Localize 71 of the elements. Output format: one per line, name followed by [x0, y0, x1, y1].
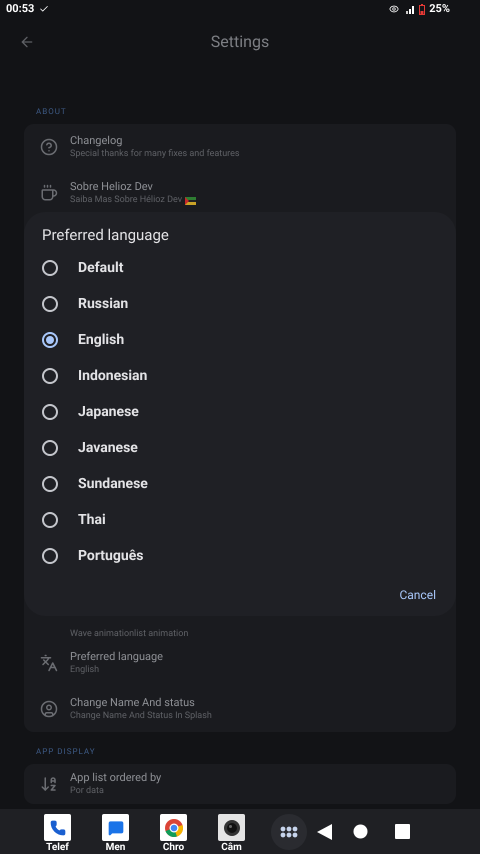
home-nav-icon[interactable] — [353, 824, 368, 839]
app-label: Men — [106, 842, 126, 853]
status-time: 00:53 — [6, 0, 34, 17]
app-label: Telef — [46, 842, 69, 853]
language-option[interactable]: Default — [24, 250, 456, 286]
setting-subtitle: English — [70, 664, 100, 677]
language-option[interactable]: Javanese — [24, 430, 456, 466]
help-icon — [40, 138, 58, 156]
option-label: Indonesian — [78, 366, 148, 386]
option-label: Javanese — [78, 438, 138, 458]
radio-button[interactable] — [42, 332, 58, 348]
download-done-icon — [39, 4, 50, 14]
radio-button[interactable] — [42, 260, 58, 276]
setting-title: App list ordered by — [70, 770, 162, 785]
language-option[interactable]: English — [24, 322, 456, 358]
setting-title: Preferred language — [70, 649, 164, 664]
setting-subtitle: Special thanks for many fixes and features — [70, 148, 240, 161]
battery-level: 25% — [429, 0, 450, 17]
setting-row[interactable]: Preferred language English — [24, 640, 456, 686]
option-label: Russian — [78, 294, 128, 314]
page-title: Settings — [210, 31, 270, 53]
radio-button[interactable] — [42, 404, 58, 420]
browser-app-icon[interactable] — [160, 814, 187, 841]
app-label: Chro — [162, 842, 184, 853]
dialog-title: Preferred language — [41, 226, 170, 244]
language-option[interactable]: Português — [24, 538, 456, 574]
setting-subtitle: Saiba Mas Sobre Hélioz Dev — [70, 194, 182, 207]
setting-subtitle: Wave animationlist animation — [70, 629, 190, 639]
radio-button[interactable] — [42, 440, 58, 456]
user-icon — [40, 700, 58, 718]
setting-row[interactable]: Change Name And status Change Name And Status In Splash — [24, 686, 456, 732]
option-label: Português — [78, 546, 144, 566]
language-option[interactable]: Russian — [24, 286, 456, 322]
setting-subtitle: Por data — [70, 785, 104, 798]
phone-app-icon[interactable] — [44, 814, 71, 841]
messages-app-icon[interactable] — [102, 814, 129, 841]
option-label: Thai — [78, 510, 106, 530]
sort-icon — [40, 775, 58, 793]
setting-row[interactable]: App list ordered by Por data — [24, 764, 456, 804]
cancel-button[interactable]: Cancel — [397, 586, 438, 604]
language-option[interactable]: Japanese — [24, 394, 456, 430]
setting-title: Change Name And status — [70, 695, 196, 710]
translate-icon — [40, 654, 58, 672]
dots-grid-icon — [280, 826, 298, 838]
setting-row[interactable]: Changelog Special thanks for many fixes and features — [24, 124, 456, 170]
radio-button[interactable] — [42, 512, 58, 528]
radio-button[interactable] — [42, 296, 58, 312]
battery-icon — [419, 4, 426, 14]
signal-icon — [403, 4, 416, 14]
setting-title: Sobre Helioz Dev — [70, 179, 154, 194]
language-option[interactable]: Sundanese — [24, 466, 456, 502]
radio-button[interactable] — [42, 368, 58, 384]
language-option[interactable]: Indonesian — [24, 358, 456, 394]
language-option[interactable]: Thai — [24, 502, 456, 538]
radio-button[interactable] — [42, 548, 58, 564]
camera-app-icon[interactable] — [218, 814, 245, 841]
cup-icon — [40, 184, 58, 202]
back-nav-icon[interactable] — [317, 824, 332, 840]
option-label: Japanese — [78, 402, 139, 422]
option-label: Default — [78, 258, 124, 278]
eye-icon — [389, 4, 400, 14]
app-label: Câm — [221, 842, 242, 853]
setting-row[interactable]: Sobre Helioz Dev Saiba Mas Sobre Hélioz Dev — [24, 170, 456, 216]
option-label: Sundanese — [78, 474, 148, 494]
option-label: English — [78, 330, 124, 350]
radio-button[interactable] — [42, 476, 58, 492]
app-drawer-button[interactable] — [271, 814, 307, 850]
section-label: APP DISPLAY — [35, 746, 97, 758]
setting-subtitle: Change Name And Status In Splash — [70, 710, 212, 723]
setting-title: Changelog — [70, 133, 124, 148]
section-label: ABOUT — [35, 106, 68, 118]
